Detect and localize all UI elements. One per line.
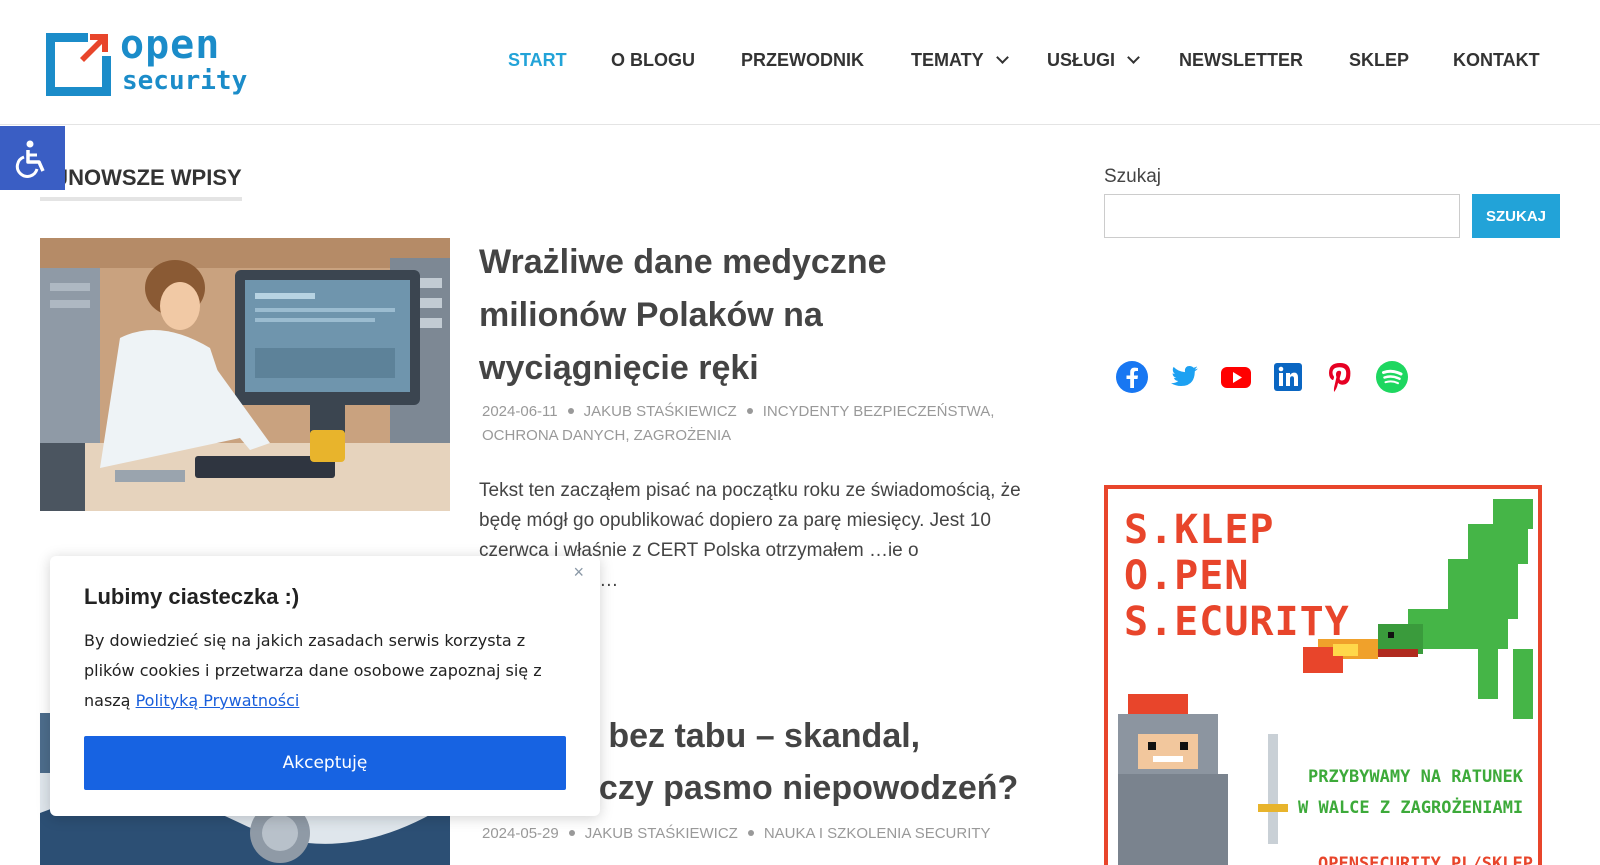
dragon-pixel-art: [1303, 499, 1533, 719]
chevron-down-icon[interactable]: [1127, 51, 1140, 64]
post-date[interactable]: 2024-05-29: [482, 825, 559, 842]
nav-tematy[interactable]: TEMATY: [911, 50, 1009, 71]
shop-banner-line: O.PEN: [1124, 553, 1250, 599]
shop-banner-line: S.KLEP: [1124, 507, 1275, 553]
twitter-icon[interactable]: [1167, 360, 1201, 394]
shop-banner[interactable]: S.KLEP O.PEN S.ECURITY PRZYBYWAMY NA RAT…: [1104, 485, 1542, 865]
spotify-icon[interactable]: [1375, 360, 1409, 394]
post-date[interactable]: 2024-06-11: [482, 403, 558, 420]
nav-o-blogu[interactable]: O BLOGU: [611, 50, 695, 71]
nav-start[interactable]: START: [508, 50, 567, 71]
cookie-text: By dowiedzieć się na jakich zasadach ser…: [84, 626, 574, 716]
accessibility-button[interactable]: [0, 126, 65, 190]
post-thumbnail[interactable]: [40, 238, 450, 511]
shop-banner-tagline: W WALCE Z ZAGROŻENIAMI: [1298, 798, 1524, 818]
facebook-icon[interactable]: [1115, 360, 1149, 394]
post-meta: 2024-06-11 JAKUB STAŚKIEWICZ INCYDENTY BEZ…: [482, 400, 994, 448]
meta-separator: [567, 408, 574, 414]
close-icon[interactable]: ×: [573, 562, 584, 583]
nav-newsletter[interactable]: NEWSLETTER: [1179, 50, 1303, 71]
search-label: Szukaj: [1104, 166, 1162, 187]
post-categories[interactable]: INCYDENTY BEZPIECZEŃSTWA,: [763, 403, 995, 420]
shop-banner-tagline: PRZYBYWAMY NA RATUNEK: [1308, 767, 1523, 787]
knight-pixel-art: [1118, 694, 1288, 865]
post-title[interactable]: y bez tabu – skandal,: [580, 710, 920, 763]
nav-uslugi[interactable]: USŁUGI: [1047, 50, 1140, 71]
nav-przewodnik[interactable]: PRZEWODNIK: [741, 50, 864, 71]
doctor-computer-illustration: [40, 238, 450, 511]
logo-arrow-icon: [80, 34, 108, 62]
wheelchair-icon: [15, 140, 45, 178]
meta-separator: [747, 830, 754, 836]
search-input[interactable]: [1104, 194, 1460, 238]
pinterest-icon[interactable]: [1323, 360, 1357, 394]
accept-cookies-button[interactable]: Akceptuję: [84, 736, 566, 790]
post-categories-continued[interactable]: OCHRONA DANYCH, ZAGROŻENIA: [482, 427, 731, 444]
linkedin-icon[interactable]: [1271, 360, 1305, 394]
youtube-icon[interactable]: [1219, 360, 1253, 394]
post-categories[interactable]: NAUKA I SZKOLENIA SECURITY: [764, 825, 991, 842]
section-title: AJNOWSZE WPISY: [40, 165, 242, 201]
nav-tematy-label: TEMATY: [911, 50, 984, 70]
post-title[interactable]: Wrażliwe dane medyczne milionów Polaków …: [479, 236, 1039, 395]
cookie-title: Lubimy ciasteczka :): [84, 584, 300, 609]
privacy-policy-link[interactable]: Polityką Prywatności: [136, 691, 300, 710]
meta-separator: [568, 830, 575, 836]
site-header: open security START O BLOGU PRZEWODNIK T…: [0, 0, 1600, 125]
post-author[interactable]: JAKUB STAŚKIEWICZ: [584, 403, 737, 420]
post-title-continued[interactable]: . czy pasmo niepowodzeń?: [580, 762, 1018, 815]
search-button[interactable]: SZUKAJ: [1472, 194, 1560, 238]
nav-kontakt[interactable]: KONTAKT: [1453, 50, 1540, 71]
post-author[interactable]: JAKUB STAŚKIEWICZ: [585, 825, 738, 842]
shop-banner-url: OPENSECURITY.PL/SKLEP: [1318, 854, 1533, 865]
main-navigation: START O BLOGU PRZEWODNIK TEMATY USŁUGI N…: [0, 50, 1600, 76]
cookie-consent-popup: × Lubimy ciasteczka :) By dowiedzieć się…: [50, 556, 600, 816]
meta-separator: [746, 408, 753, 414]
post-meta: 2024-05-29 JAKUB STAŚKIEWICZ NAUKA I SZKOL…: [482, 822, 991, 846]
nav-sklep[interactable]: SKLEP: [1349, 50, 1409, 71]
chevron-down-icon[interactable]: [995, 51, 1009, 64]
nav-uslugi-label: USŁUGI: [1047, 50, 1116, 70]
